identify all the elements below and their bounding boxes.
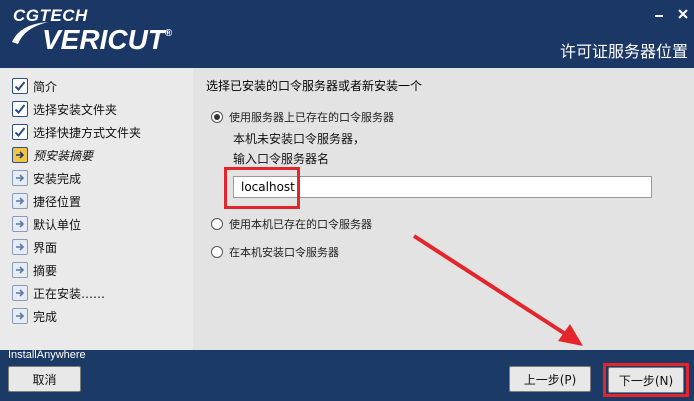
close-icon[interactable] bbox=[677, 8, 689, 20]
hint-no-server: 本机未安装口令服务器， bbox=[233, 132, 366, 146]
step-item: 完成 bbox=[12, 306, 57, 326]
checkmark-icon bbox=[12, 78, 28, 94]
step-item: 捷径位置 bbox=[12, 191, 81, 211]
step-item: 预安装摘要 bbox=[12, 145, 93, 165]
step-label: 完成 bbox=[33, 309, 58, 324]
step-item: 默认单位 bbox=[12, 214, 81, 234]
radio-local-existing-label: 使用本机已存在的口令服务器 bbox=[229, 218, 372, 231]
input-highlight-annotation bbox=[224, 167, 300, 209]
arrow-right-icon bbox=[12, 308, 28, 324]
radio-install-local[interactable]: 在本机安装口令服务器 bbox=[211, 244, 339, 260]
step-label: 选择快捷方式文件夹 bbox=[33, 125, 142, 140]
step-label: 选择安装文件夹 bbox=[33, 102, 118, 117]
step-item: 简介 bbox=[12, 76, 57, 96]
step-label: 摘要 bbox=[33, 263, 58, 278]
previous-button[interactable]: 上一步(P) bbox=[509, 366, 591, 392]
step-item: 界面 bbox=[12, 237, 57, 257]
checkmark-icon bbox=[12, 124, 28, 140]
step-item: 摘要 bbox=[12, 260, 57, 280]
radio-install-local-label: 在本机安装口令服务器 bbox=[229, 246, 339, 259]
step-label: 默认单位 bbox=[33, 217, 82, 232]
step-label: 正在安装…… bbox=[33, 286, 106, 301]
step-item: 选择快捷方式文件夹 bbox=[12, 122, 141, 142]
step-item: 安装完成 bbox=[12, 168, 81, 188]
arrow-right-icon bbox=[12, 193, 28, 209]
radio-existing-server[interactable]: 使用服务器上已存在的口令服务器 bbox=[211, 109, 394, 125]
vericut-logo-text: VERICUT bbox=[42, 24, 165, 55]
installanywhere-label: InstallAnywhere bbox=[8, 349, 86, 361]
radio-install-local-button[interactable] bbox=[211, 246, 223, 258]
radio-local-existing-button[interactable] bbox=[211, 218, 223, 230]
step-label: 界面 bbox=[33, 240, 58, 255]
step-label: 预安装摘要 bbox=[33, 148, 94, 163]
hint-enter-server-name: 输入口令服务器名 bbox=[233, 152, 330, 166]
arrow-right-icon bbox=[12, 147, 28, 163]
installer-header: CGTECH VERICUT® 许可证服务器位置 bbox=[0, 0, 694, 68]
step-label: 捷径位置 bbox=[33, 194, 82, 209]
arrow-right-icon bbox=[12, 285, 28, 301]
vericut-logo: VERICUT® bbox=[42, 24, 172, 56]
license-server-panel: 选择已安装的口令服务器或者新安装一个 使用服务器上已存在的口令服务器 本机未安装… bbox=[193, 68, 694, 350]
step-item: 选择安装文件夹 bbox=[12, 99, 117, 119]
panel-heading: 选择已安装的口令服务器或者新安装一个 bbox=[206, 79, 423, 93]
radio-existing-server-label: 使用服务器上已存在的口令服务器 bbox=[229, 111, 394, 124]
step-item: 正在安装…… bbox=[12, 283, 105, 303]
next-button-highlight-annotation bbox=[603, 363, 689, 397]
step-label: 简介 bbox=[33, 79, 58, 94]
checkmark-icon bbox=[12, 101, 28, 117]
radio-local-existing[interactable]: 使用本机已存在的口令服务器 bbox=[211, 216, 372, 232]
arrow-right-icon bbox=[12, 216, 28, 232]
arrow-right-icon bbox=[12, 239, 28, 255]
minimize-icon[interactable] bbox=[654, 8, 664, 18]
step-list: 简介选择安装文件夹选择快捷方式文件夹 预安装摘要安装完成捷径位置默认单位界面摘要正… bbox=[0, 68, 193, 350]
cancel-button[interactable]: 取消 bbox=[8, 366, 81, 392]
page-title: 许可证服务器位置 bbox=[559, 42, 688, 61]
arrow-right-icon bbox=[12, 262, 28, 278]
arrow-right-icon bbox=[12, 170, 28, 186]
registered-mark: ® bbox=[164, 28, 173, 39]
radio-existing-server-button[interactable] bbox=[211, 111, 223, 123]
step-label: 安装完成 bbox=[33, 171, 82, 186]
